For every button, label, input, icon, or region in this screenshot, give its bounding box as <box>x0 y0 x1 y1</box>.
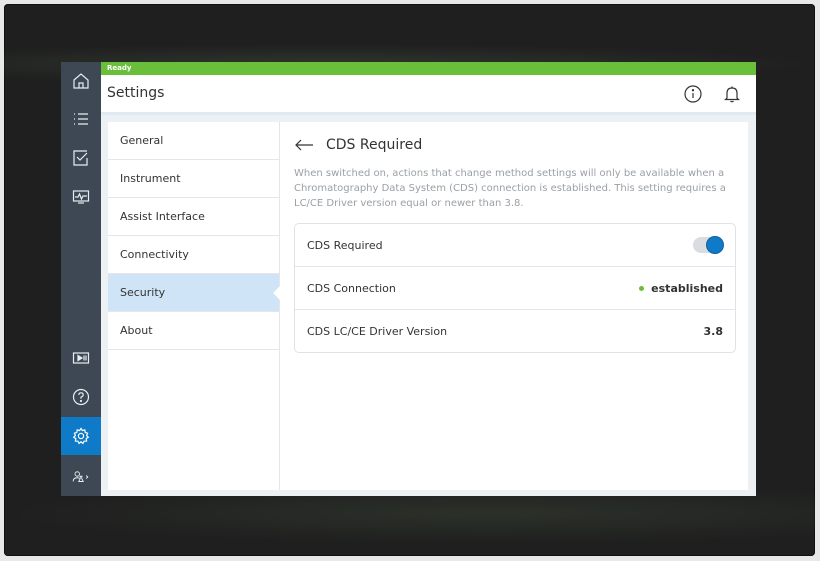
bell-icon[interactable] <box>722 84 742 104</box>
detail-header: CDS Required <box>294 134 422 156</box>
menu-item-connectivity[interactable]: Connectivity <box>108 236 279 274</box>
detail-title: CDS Required <box>326 137 423 153</box>
menu-item-about[interactable]: About <box>108 312 279 350</box>
row-label: CDS Required <box>307 239 383 252</box>
driver-version-value: 3.8 <box>703 325 724 338</box>
media-player-icon[interactable] <box>61 339 101 377</box>
nav-rail <box>61 62 101 496</box>
status-dot-icon <box>639 285 645 291</box>
app-screen: Ready Settings General Instrument Assist… <box>61 62 756 496</box>
user-flask-icon[interactable] <box>61 458 101 496</box>
connection-status-text: established <box>651 282 723 295</box>
menu-item-assist-interface[interactable]: Assist Interface <box>108 198 279 236</box>
menu-item-security[interactable]: Security <box>108 274 280 312</box>
detail-panel: CDS Required When switched on, actions t… <box>294 122 740 490</box>
checklist-icon[interactable] <box>61 139 101 177</box>
info-icon[interactable] <box>683 84 703 104</box>
row-label: CDS LC/CE Driver Version <box>307 325 448 338</box>
settings-menu: General Instrument Assist Interface Conn… <box>108 122 280 490</box>
list-icon[interactable] <box>61 100 101 138</box>
setting-row-cds-required: CDS Required <box>295 224 735 267</box>
row-label: CDS Connection <box>307 282 396 295</box>
home-icon[interactable] <box>61 62 101 100</box>
status-bar: Ready <box>101 62 756 75</box>
setting-row-driver-version: CDS LC/CE Driver Version 3.8 <box>295 310 735 353</box>
gear-icon[interactable] <box>61 417 101 455</box>
settings-card: CDS Required CDS Connection established … <box>294 223 736 353</box>
monitor-chart-icon[interactable] <box>61 178 101 216</box>
back-arrow-icon[interactable] <box>294 138 314 152</box>
page-title: Settings <box>107 85 165 101</box>
menu-item-general[interactable]: General <box>108 122 279 160</box>
toggle-knob <box>707 237 723 253</box>
settings-content: General Instrument Assist Interface Conn… <box>108 122 748 490</box>
help-icon[interactable] <box>61 378 101 416</box>
connection-status: established <box>639 267 723 310</box>
page-header: Settings <box>101 75 756 115</box>
menu-item-instrument[interactable]: Instrument <box>108 160 279 198</box>
setting-row-cds-connection: CDS Connection established <box>295 267 735 310</box>
cds-required-toggle[interactable] <box>693 237 723 253</box>
detail-description: When switched on, actions that change me… <box>294 168 726 209</box>
